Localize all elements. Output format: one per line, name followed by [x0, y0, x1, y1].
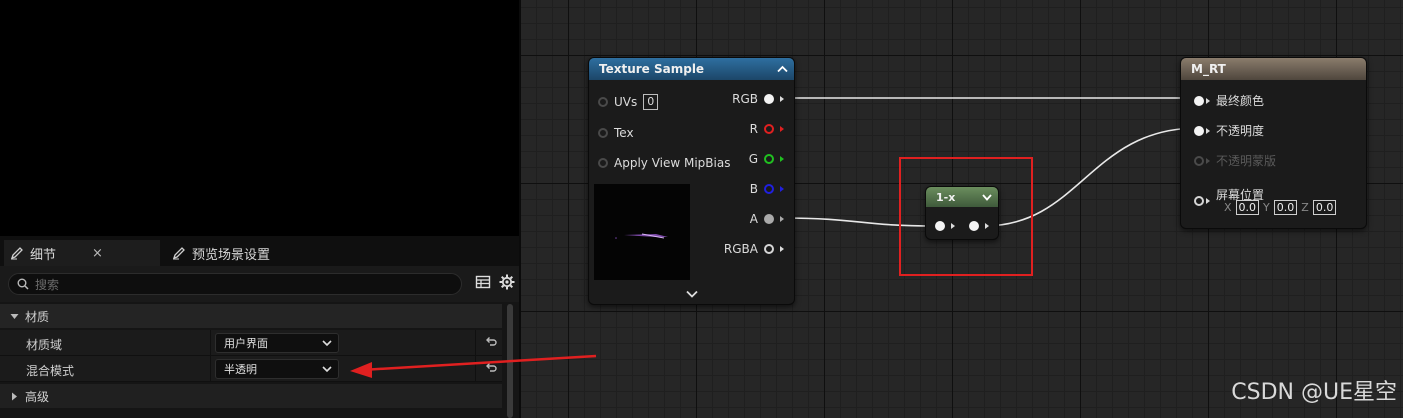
prop-name: 材质域 [26, 338, 63, 352]
material-result-node[interactable]: M_RT 最终颜色 不透明度 不透明蒙版 屏幕位置 X 0.0 Y 0.0 Z … [1180, 57, 1367, 229]
search-input[interactable]: 搜索 [8, 273, 462, 295]
material-preview-viewport[interactable] [0, 0, 519, 236]
tab-preview-label: 预览场景设置 [192, 247, 271, 263]
watermark: CSDN @UE星空 [1231, 380, 1397, 405]
node-title: Texture Sample [599, 62, 705, 76]
texture-thumbnail [594, 184, 690, 280]
panel-tabs: 细节 × 预览场景设置 [0, 236, 519, 266]
output-pin-a[interactable]: A [750, 212, 784, 226]
section-advanced[interactable]: 高级 [0, 384, 502, 408]
prop-name: 混合模式 [26, 364, 75, 378]
section-material[interactable]: 材质 [0, 304, 502, 328]
dropdown-value: 用户界面 [224, 337, 268, 350]
tab-details[interactable]: 细节 × [4, 240, 160, 266]
highlight-box [899, 157, 1033, 276]
chevron-down-icon[interactable] [686, 290, 698, 298]
dropdown-value: 半透明 [224, 363, 257, 376]
reset-to-default-icon[interactable] [485, 361, 497, 373]
prop-blend-mode: 混合模式 半透明 [0, 356, 502, 382]
output-pin-b[interactable]: B [750, 182, 784, 196]
section-advanced-label: 高级 [25, 389, 50, 404]
details-panel: 细节 × 预览场景设置 搜索 材质 材质域 用户界面 混合模式 半透明 高级 [0, 236, 519, 418]
input-pin-apply-view-mipbias[interactable]: Apply View MipBias [598, 156, 730, 170]
screen-pos-z[interactable]: 0.0 [1312, 200, 1337, 215]
section-material-label: 材质 [25, 309, 50, 324]
material-domain-dropdown[interactable]: 用户界面 [215, 333, 339, 353]
node-title: M_RT [1191, 62, 1226, 76]
chevron-down-icon [322, 339, 332, 346]
search-row: 搜索 [0, 266, 519, 302]
output-pin-g[interactable]: G [749, 152, 784, 166]
node-header[interactable]: M_RT [1181, 58, 1366, 80]
input-pin-uvs[interactable]: UVs 0 [598, 94, 659, 110]
input-pin-opacity[interactable]: 不透明度 [1194, 122, 1264, 139]
tab-preview-scene-settings[interactable]: 预览场景设置 [166, 240, 366, 266]
search-placeholder: 搜索 [35, 277, 60, 292]
search-icon [17, 278, 29, 290]
input-pin-base-color[interactable]: 最终颜色 [1194, 92, 1264, 109]
reset-to-default-icon[interactable] [485, 335, 497, 347]
chevron-down-icon [322, 365, 332, 372]
tab-details-label: 细节 [30, 247, 57, 263]
input-pin-opacity-mask[interactable]: 不透明蒙版 [1194, 152, 1276, 169]
blend-mode-dropdown[interactable]: 半透明 [215, 359, 339, 379]
collapse-triangle-icon [10, 313, 19, 319]
output-pin-rgb[interactable]: RGB [732, 92, 784, 106]
node-header[interactable]: Texture Sample [589, 58, 794, 80]
pencil-icon [172, 247, 185, 260]
output-pin-rgba[interactable]: RGBA [724, 242, 784, 256]
gear-icon[interactable] [499, 274, 515, 290]
input-pin-tex[interactable]: Tex [598, 126, 634, 140]
table-view-icon[interactable] [475, 274, 491, 290]
screen-pos-x[interactable]: 0.0 [1235, 200, 1260, 215]
close-tab-icon[interactable]: × [92, 246, 103, 261]
texture-sample-node[interactable]: Texture Sample UVs 0 Tex Apply View MipB… [588, 57, 795, 305]
expand-triangle-icon [12, 392, 17, 400]
uvs-value[interactable]: 0 [643, 94, 659, 110]
pencil-icon [10, 247, 23, 260]
chevron-up-icon[interactable] [777, 65, 788, 73]
screen-position-values: X 0.0 Y 0.0 Z 0.0 [1224, 200, 1337, 215]
details-scrollbar[interactable] [507, 304, 513, 418]
screen-pos-y[interactable]: 0.0 [1273, 200, 1298, 215]
prop-material-domain: 材质域 用户界面 [0, 330, 502, 356]
output-pin-r[interactable]: R [750, 122, 784, 136]
